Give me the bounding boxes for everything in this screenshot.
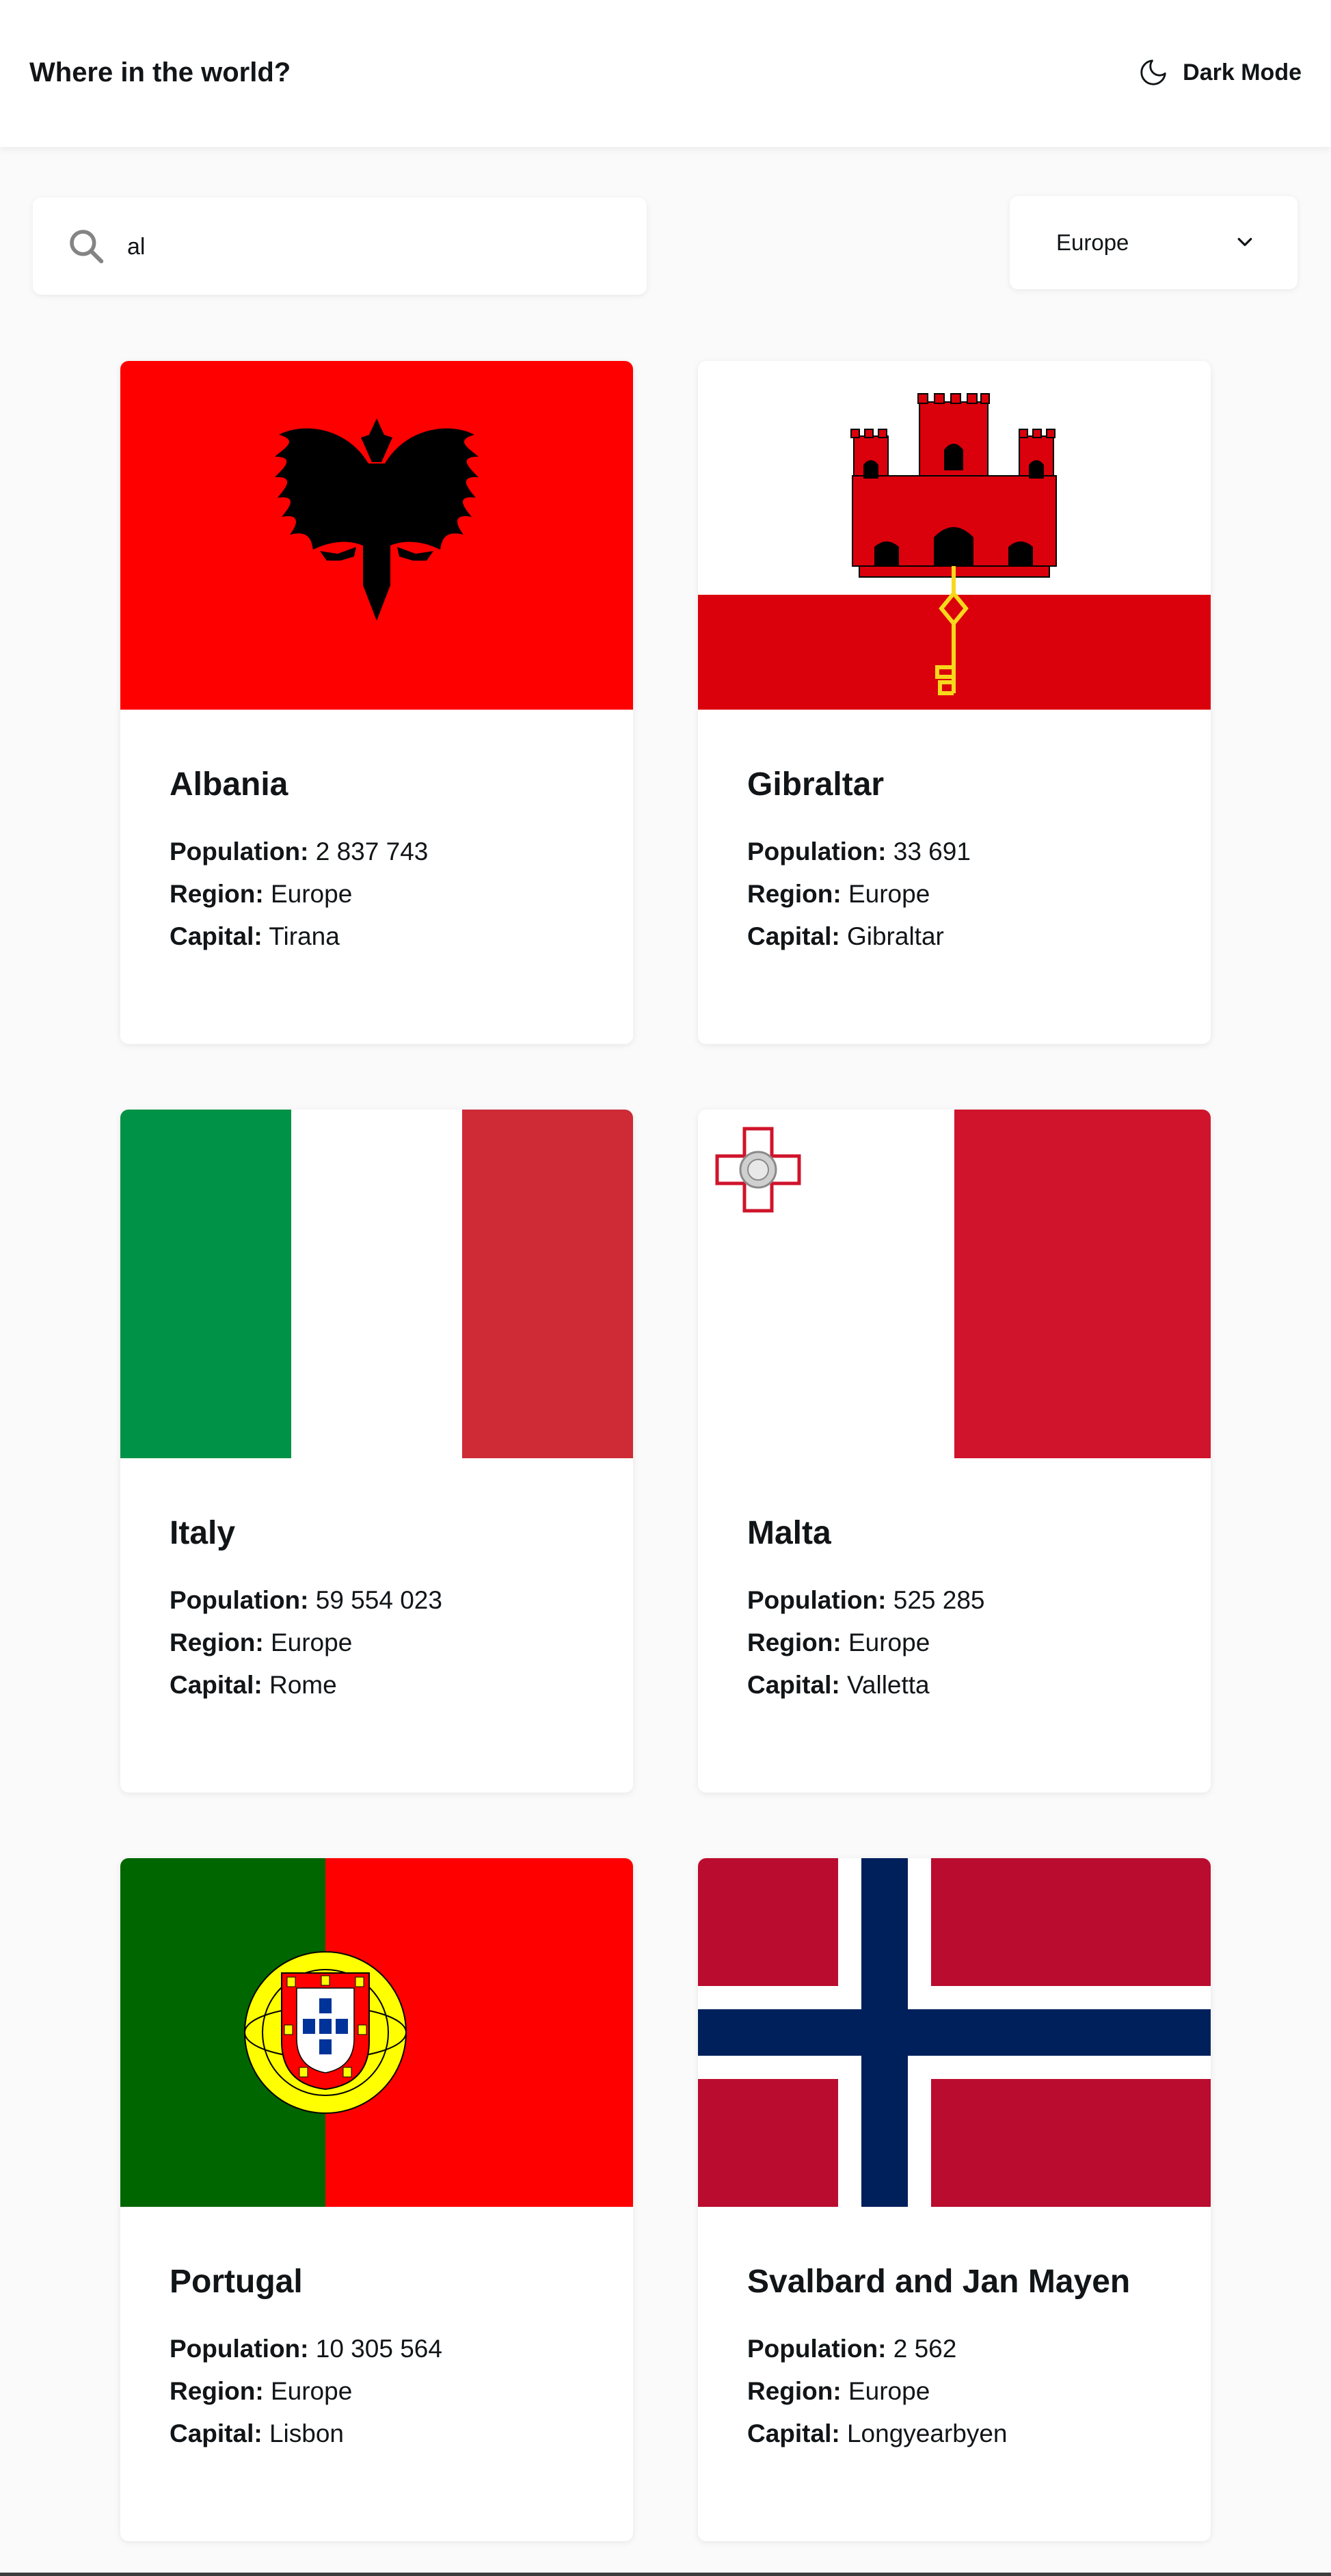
capital-label: Capital: — [170, 922, 263, 950]
country-name: Gibraltar — [747, 766, 885, 803]
population-row: Population: 59 554 023 — [170, 1583, 442, 1618]
country-name: Italy — [170, 1515, 236, 1551]
country-card-gibraltar[interactable]: Gibraltar Population: 33 691 Region: Eur… — [698, 361, 1211, 1044]
capital-label: Capital: — [170, 2419, 263, 2447]
region-value: Europe — [270, 880, 353, 908]
portugal-flag — [120, 1858, 633, 2207]
population-row: Population: 2 562 — [747, 2332, 956, 2366]
population-value: 10 305 564 — [315, 2335, 442, 2363]
app-title: Where in the world? — [29, 57, 291, 88]
capital-value: Longyearbyen — [846, 2419, 1008, 2447]
country-name: Malta — [747, 1515, 831, 1551]
norway-flag — [698, 1858, 1211, 2207]
country-name: Svalbard and Jan Mayen — [747, 2264, 1131, 2300]
population-label: Population: — [747, 837, 887, 866]
region-value: Europe — [270, 1628, 353, 1656]
search-box[interactable] — [33, 198, 647, 295]
capital-row: Capital: Tirana — [170, 920, 340, 954]
region-label: Region: — [747, 2377, 842, 2405]
capital-label: Capital: — [747, 2419, 840, 2447]
capital-value: Lisbon — [269, 2419, 344, 2447]
page-bottom-divider — [0, 2573, 1331, 2576]
population-value: 525 285 — [893, 1586, 985, 1614]
country-name: Portugal — [170, 2264, 303, 2300]
capital-row: Capital: Lisbon — [170, 2417, 344, 2451]
dark-mode-toggle[interactable]: Dark Mode — [1138, 53, 1302, 92]
region-filter-dropdown[interactable]: Europe — [1010, 196, 1298, 289]
population-label: Population: — [747, 2335, 887, 2363]
region-label: Region: — [747, 880, 842, 908]
region-row: Region: Europe — [747, 1626, 930, 1660]
chevron-down-icon — [1237, 238, 1252, 246]
region-row: Region: Europe — [170, 2374, 352, 2409]
search-icon — [70, 230, 104, 264]
region-filter-value: Europe — [1056, 230, 1129, 255]
country-card-italy[interactable]: Italy Population: 59 554 023 Region: Eur… — [120, 1110, 633, 1793]
population-label: Population: — [170, 837, 309, 866]
population-label: Population: — [170, 1586, 309, 1614]
region-label: Region: — [170, 880, 264, 908]
header: Where in the world? Dark Mode — [0, 0, 1331, 147]
capital-row: Capital: Rome — [170, 1668, 337, 1702]
population-label: Population: — [170, 2335, 309, 2363]
capital-row: Capital: Valletta — [747, 1668, 930, 1702]
population-row: Population: 2 837 743 — [170, 835, 428, 869]
region-label: Region: — [747, 1628, 842, 1656]
capital-value: Valletta — [846, 1671, 930, 1699]
population-value: 2 837 743 — [315, 837, 429, 866]
region-value: Europe — [848, 1628, 930, 1656]
region-value: Europe — [270, 2377, 353, 2405]
dark-mode-label: Dark Mode — [1183, 59, 1302, 85]
capital-label: Capital: — [747, 1671, 840, 1699]
country-card-albania[interactable]: Albania Population: 2 837 743 Region: Eu… — [120, 361, 633, 1044]
region-value: Europe — [848, 880, 930, 908]
gibraltar-flag — [698, 361, 1211, 710]
albania-flag — [120, 361, 633, 710]
capital-value: Tirana — [269, 922, 340, 950]
region-value: Europe — [848, 2377, 930, 2405]
country-card-svalbard-and-jan-mayen[interactable]: Svalbard and Jan Mayen Population: 2 562… — [698, 1858, 1211, 2541]
capital-label: Capital: — [747, 922, 840, 950]
moon-icon — [1140, 59, 1166, 85]
region-row: Region: Europe — [170, 877, 352, 911]
population-row: Population: 10 305 564 — [170, 2332, 442, 2366]
population-value: 33 691 — [893, 837, 971, 866]
population-row: Population: 525 285 — [747, 1583, 985, 1618]
search-input[interactable] — [126, 225, 621, 269]
capital-value: Rome — [269, 1671, 337, 1699]
country-name: Albania — [170, 766, 288, 803]
capital-value: Gibraltar — [846, 922, 944, 950]
capital-row: Capital: Gibraltar — [747, 920, 944, 954]
region-row: Region: Europe — [170, 1626, 352, 1660]
population-value: 2 562 — [893, 2335, 957, 2363]
malta-flag — [698, 1110, 1211, 1458]
country-card-malta[interactable]: Malta Population: 525 285 Region: Europe… — [698, 1110, 1211, 1793]
region-label: Region: — [170, 2377, 264, 2405]
region-label: Region: — [170, 1628, 264, 1656]
population-value: 59 554 023 — [315, 1586, 442, 1614]
region-row: Region: Europe — [747, 2374, 930, 2409]
italy-flag — [120, 1110, 633, 1458]
population-label: Population: — [747, 1586, 887, 1614]
country-card-portugal[interactable]: Portugal Population: 10 305 564 Region: … — [120, 1858, 633, 2541]
region-row: Region: Europe — [747, 877, 930, 911]
capital-label: Capital: — [170, 1671, 263, 1699]
population-row: Population: 33 691 — [747, 835, 971, 869]
capital-row: Capital: Longyearbyen — [747, 2417, 1008, 2451]
